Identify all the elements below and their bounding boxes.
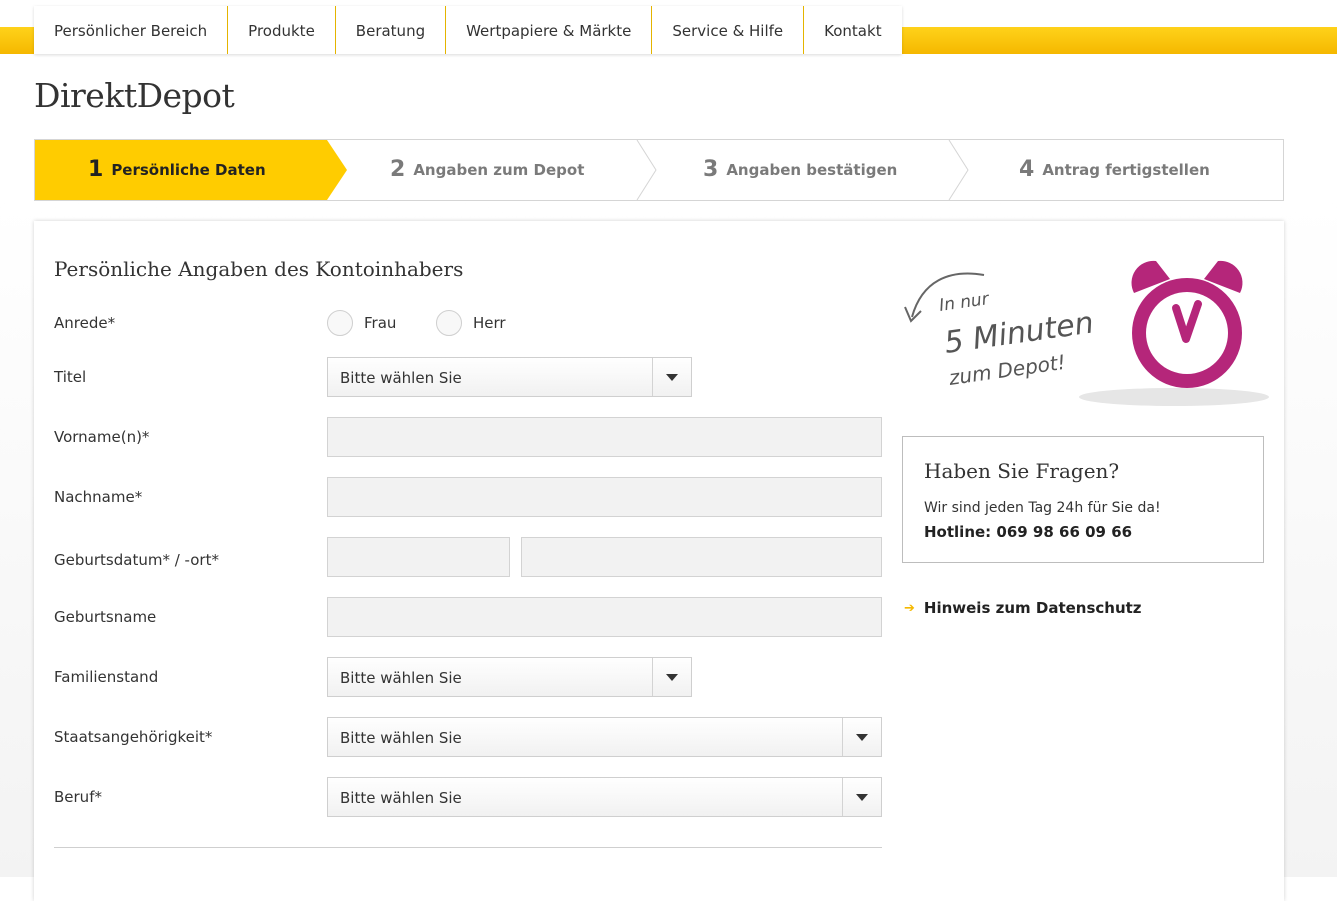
page-title: DirektDepot: [34, 76, 235, 115]
main-navigation: Persönlicher Bereich Produkte Beratung W…: [34, 6, 902, 54]
help-box: Haben Sie Fragen? Wir sind jeden Tag 24h…: [902, 436, 1264, 563]
step-label: Angaben bestätigen: [726, 161, 898, 179]
promo-text-line1: In nur: [938, 289, 991, 316]
step-number: 1: [88, 157, 104, 182]
help-text: Wir sind jeden Tag 24h für Sie da!: [924, 500, 1161, 516]
step-confirm-details: 3 Angaben bestätigen: [703, 140, 897, 200]
promo-text-line2: 5 Minuten: [942, 305, 1096, 361]
privacy-notice-label: Hinweis zum Datenschutz: [923, 599, 1142, 617]
step-label: Angaben zum Depot: [413, 161, 585, 179]
birth-place-input[interactable]: [521, 537, 882, 577]
title-label: Titel: [54, 368, 87, 386]
step-personal-data: 1 Persönliche Daten: [88, 140, 266, 200]
birth-name-label: Geburtsname: [54, 608, 157, 626]
step-depot-details: 2 Angaben zum Depot: [390, 140, 584, 200]
radio-herr[interactable]: [436, 310, 462, 336]
privacy-notice-link[interactable]: ➔ Hinweis zum Datenschutz: [904, 599, 1142, 617]
marital-status-select[interactable]: Bitte wählen Sie: [327, 657, 692, 697]
step-separator-icon: [948, 140, 969, 200]
form-divider: [54, 847, 882, 848]
last-name-input[interactable]: [327, 477, 882, 517]
birth-name-input[interactable]: [327, 597, 882, 637]
first-name-input[interactable]: [327, 417, 882, 457]
nationality-label: Staatsangehörigkeit*: [54, 728, 213, 746]
step-number: 4: [1019, 157, 1035, 182]
promo-5-minutes-banner: In nur 5 Minuten zum Depot!: [904, 260, 1269, 406]
form-card: Persönliche Angaben des Kontoinhabers An…: [34, 221, 1284, 901]
progress-steps: 1 Persönliche Daten 2 Angaben zum Depot 3A…: [34, 139, 1284, 201]
birth-label: Geburtsdatum* / -ort*: [54, 551, 219, 569]
marital-status-value: Bitte wählen Sie: [340, 669, 462, 687]
occupation-value: Bitte wählen Sie: [340, 789, 462, 807]
radio-frau-label: Frau: [364, 314, 397, 332]
chevron-down-icon[interactable]: [652, 658, 691, 696]
nav-item-securities-markets[interactable]: Wertpapiere & Märkte: [446, 6, 653, 54]
title-select[interactable]: Bitte wählen Sie: [327, 357, 692, 397]
occupation-label: Beruf*: [54, 788, 102, 806]
step-label: Antrag fertigstellen: [1042, 161, 1210, 179]
radio-herr-label: Herr: [473, 314, 506, 332]
nav-item-contact[interactable]: Kontakt: [804, 6, 902, 54]
nationality-value: Bitte wählen Sie: [340, 729, 462, 747]
nationality-select[interactable]: Bitte wählen Sie: [327, 717, 882, 757]
title-select-value: Bitte wählen Sie: [340, 369, 462, 387]
nav-item-advice[interactable]: Beratung: [335, 6, 447, 54]
salutation-option-herr[interactable]: Herr: [436, 310, 506, 336]
help-title: Haben Sie Fragen?: [924, 459, 1120, 483]
arrow-right-icon: ➔: [904, 600, 915, 616]
first-name-label: Vorname(n)*: [54, 428, 150, 446]
nav-item-personal-area[interactable]: Persönlicher Bereich: [34, 6, 229, 54]
chevron-down-icon[interactable]: [842, 718, 881, 756]
alarm-clock-icon: [1131, 260, 1243, 388]
step-label: Persönliche Daten: [111, 161, 266, 179]
nav-item-products[interactable]: Produkte: [228, 6, 336, 54]
active-step-arrow: [327, 140, 347, 200]
chevron-down-icon[interactable]: [842, 778, 881, 816]
salutation-option-frau[interactable]: Frau: [327, 310, 396, 336]
hotline: Hotline: 069 98 66 09 66: [924, 523, 1133, 541]
form-section-title: Persönliche Angaben des Kontoinhabers: [54, 257, 464, 281]
radio-frau[interactable]: [327, 310, 353, 336]
marital-status-label: Familienstand: [54, 668, 159, 686]
last-name-label: Nachname*: [54, 488, 143, 506]
occupation-select[interactable]: Bitte wählen Sie: [327, 777, 882, 817]
step-finish-application: 4 Antrag fertigstellen: [1019, 140, 1210, 200]
chevron-down-icon[interactable]: [652, 358, 691, 396]
step-separator-icon: [636, 140, 657, 200]
nav-item-service-help[interactable]: Service & Hilfe: [652, 6, 805, 54]
step-number: 2: [390, 157, 406, 182]
salutation-label: Anrede*: [54, 314, 116, 332]
birth-date-input[interactable]: [327, 537, 510, 577]
step-number: 3: [703, 157, 719, 182]
